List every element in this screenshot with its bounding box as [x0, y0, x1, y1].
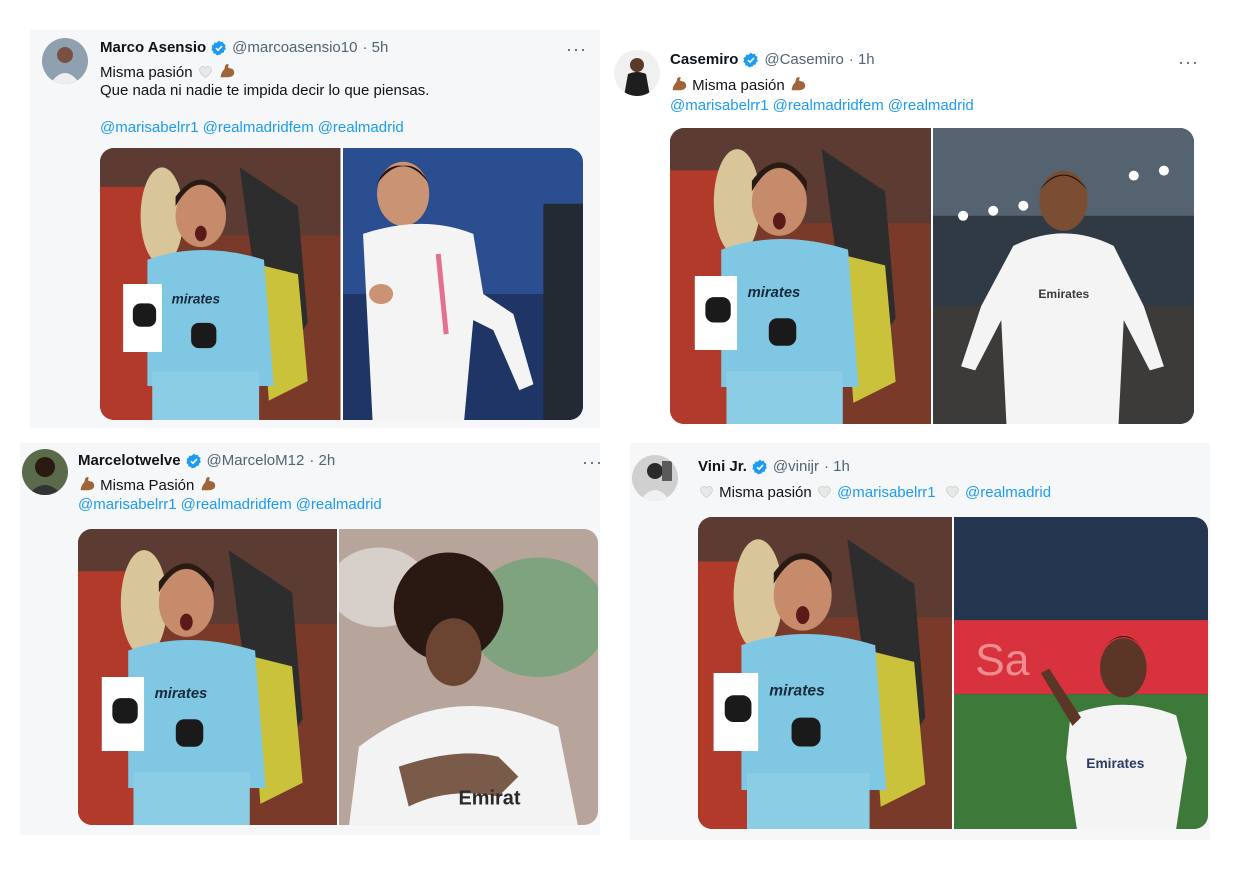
- mention-link[interactable]: @realmadrid: [318, 119, 404, 136]
- mentions-line: @marisabelrr1 @realmadridfem @realmadrid: [670, 96, 978, 116]
- mentions-line: @marisabelrr1 @realmadridfem @realmadrid: [78, 495, 386, 515]
- tweet-time[interactable]: · 2h: [309, 452, 335, 469]
- flexed-biceps-icon: [199, 475, 217, 493]
- tweet-text-line-2: Que nada ni nadie te impida decir lo que…: [100, 82, 430, 99]
- mention-link[interactable]: @realmadrid: [965, 484, 1051, 501]
- tweet-text: Misma Pasión: [100, 477, 195, 494]
- tweet-text: Misma pasión: [719, 484, 812, 501]
- tweet-media[interactable]: [78, 529, 598, 825]
- tweet-media[interactable]: [100, 148, 583, 420]
- tweet-media[interactable]: [670, 128, 1194, 424]
- avatar[interactable]: [614, 50, 660, 96]
- tweet-card-asensio: Marco Asensio @marcoasensio10 · 5h ··· M…: [30, 30, 600, 428]
- avatar[interactable]: [42, 38, 88, 84]
- author-handle[interactable]: @MarceloM12: [207, 452, 305, 469]
- photo-vini[interactable]: [954, 517, 1208, 829]
- photo-goalkeeper[interactable]: [670, 128, 931, 424]
- photo-goalkeeper[interactable]: [100, 148, 341, 420]
- mention-link[interactable]: @marisabelrr1: [100, 119, 199, 136]
- mention-link[interactable]: @marisabelrr1: [670, 97, 769, 114]
- tweet-time[interactable]: · 1h: [849, 51, 875, 68]
- more-options-icon[interactable]: ···: [582, 453, 603, 471]
- tweet-text-line-1: Misma pasión: [670, 75, 807, 96]
- photo-goalkeeper[interactable]: [698, 517, 952, 829]
- white-heart-icon: [698, 483, 715, 500]
- avatar[interactable]: [22, 449, 68, 495]
- flexed-biceps-icon: [78, 475, 96, 493]
- tweet-text: Misma pasión: [692, 77, 785, 94]
- photo-goalkeeper[interactable]: [78, 529, 337, 825]
- photo-casemiro[interactable]: [933, 128, 1194, 424]
- flexed-biceps-icon: [218, 62, 236, 80]
- mentions-line: @marisabelrr1 @realmadridfem @realmadrid: [100, 118, 408, 138]
- white-heart-icon: [944, 483, 961, 500]
- mention-link[interactable]: @realmadridfem: [203, 119, 314, 136]
- verified-icon: [211, 40, 227, 56]
- author-name[interactable]: Marcelotwelve: [78, 452, 181, 469]
- author-handle[interactable]: @marcoasensio10: [232, 39, 357, 56]
- verified-icon: [743, 52, 759, 68]
- tweet-text: Misma pasión: [100, 64, 193, 81]
- white-heart-icon: [197, 63, 214, 80]
- avatar[interactable]: [632, 455, 678, 501]
- tweet-time[interactable]: · 5h: [362, 39, 388, 56]
- tweet-text-line-1: Misma pasión: [100, 62, 236, 83]
- tweet-text-line-1: Misma pasión @marisabelrr1 @realmadrid: [698, 483, 1055, 503]
- mention-link[interactable]: @realmadridfem: [773, 97, 884, 114]
- photo-marcelo[interactable]: [339, 529, 598, 825]
- mention-link[interactable]: @marisabelrr1: [837, 484, 936, 501]
- more-options-icon[interactable]: ···: [1178, 53, 1199, 71]
- author-handle[interactable]: @vinijr: [773, 458, 819, 475]
- photo-asensio[interactable]: [343, 148, 584, 420]
- verified-icon: [186, 453, 202, 469]
- tweet-text-line-1: Misma Pasión: [78, 475, 217, 496]
- mention-link[interactable]: @realmadrid: [888, 97, 974, 114]
- mention-link[interactable]: @realmadrid: [296, 496, 382, 513]
- flexed-biceps-icon: [789, 75, 807, 93]
- tweet-card-casemiro: Casemiro @Casemiro · 1h ··· Misma pasión…: [606, 40, 1210, 432]
- verified-icon: [752, 459, 768, 475]
- author-name[interactable]: Casemiro: [670, 51, 738, 68]
- author-name[interactable]: Marco Asensio: [100, 39, 206, 56]
- tweet-card-marcelo: Marcelotwelve @MarceloM12 · 2h ··· Misma…: [20, 443, 603, 835]
- tweet-card-vini: Vini Jr. @vinijr · 1h Misma pasión @mari…: [630, 443, 1210, 840]
- tweet-time[interactable]: · 1h: [824, 458, 850, 475]
- more-options-icon[interactable]: ···: [566, 40, 587, 58]
- mention-link[interactable]: @realmadridfem: [181, 496, 292, 513]
- author-handle[interactable]: @Casemiro: [764, 51, 843, 68]
- flexed-biceps-icon: [670, 75, 688, 93]
- mention-link[interactable]: @marisabelrr1: [78, 496, 177, 513]
- tweet-media[interactable]: [698, 517, 1208, 829]
- author-name[interactable]: Vini Jr.: [698, 458, 747, 475]
- white-heart-icon: [816, 483, 833, 500]
